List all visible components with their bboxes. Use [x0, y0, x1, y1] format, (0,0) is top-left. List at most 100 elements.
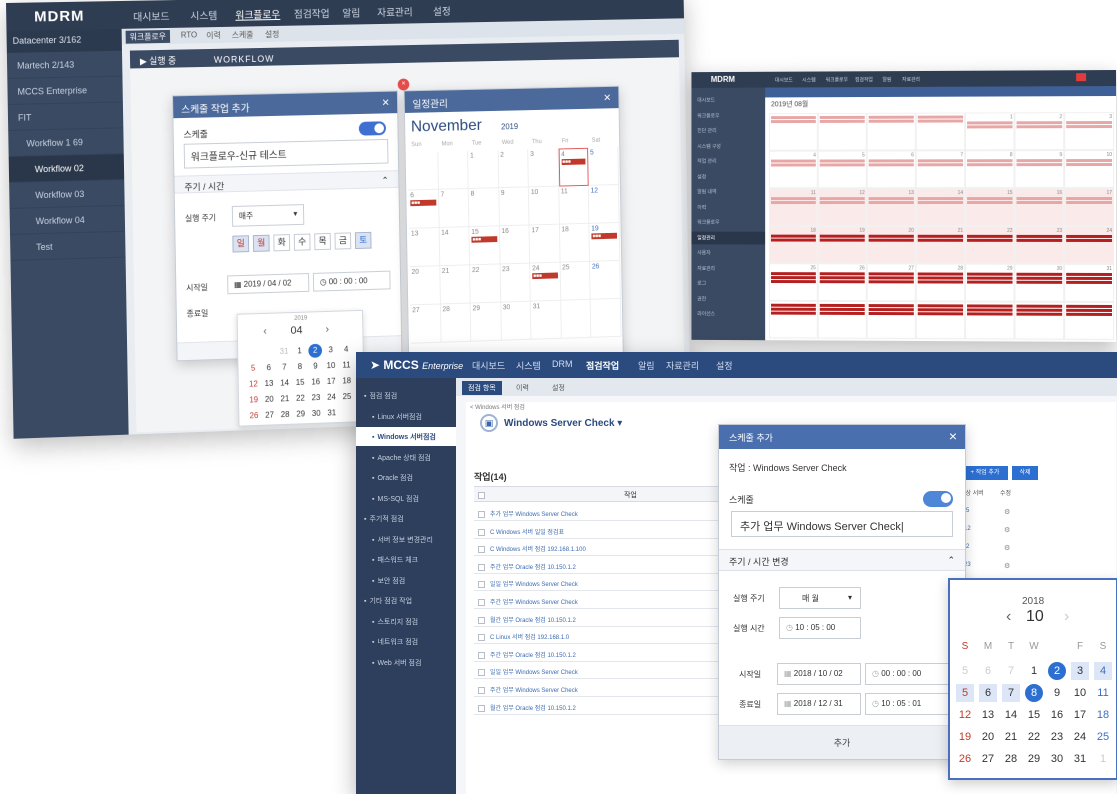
event-bar[interactable] — [1016, 159, 1063, 163]
event-bar[interactable] — [1066, 304, 1113, 308]
row-checkbox[interactable] — [478, 616, 485, 624]
picker-day[interactable]: 6 — [979, 684, 997, 702]
sidebar-item-active[interactable]: Workflow 02 — [8, 154, 125, 183]
event-bar[interactable] — [819, 159, 865, 163]
start-date-input[interactable]: ▦ 2019 / 04 / 02 — [227, 273, 310, 295]
calendar-day[interactable] — [407, 151, 439, 191]
sidebar-item[interactable]: 워크플로우 — [691, 216, 765, 229]
table-row[interactable]: C Windows 서버 일일 점검표 — [474, 522, 744, 539]
event-bar[interactable] — [917, 238, 964, 242]
alert-icon[interactable] — [1076, 73, 1087, 82]
add-job-button[interactable]: + 작업 추가 — [962, 466, 1008, 480]
tab-workflow[interactable]: 워크플로우 — [125, 29, 170, 44]
event-bar[interactable] — [967, 312, 1013, 316]
calendar-day[interactable]: 15 ■■■ — [469, 226, 501, 266]
event-bar[interactable] — [967, 234, 1013, 238]
picker-day[interactable]: 21 — [1002, 728, 1020, 746]
calendar-day[interactable]: 21 — [439, 265, 471, 305]
picker-day[interactable]: 20 — [979, 728, 997, 746]
event-bar[interactable] — [917, 159, 964, 163]
calendar-day[interactable]: 7 — [438, 188, 470, 228]
nav-item[interactable]: 시스템 — [802, 76, 815, 83]
table-row[interactable]: 일일 업무 Windows Server Check — [474, 662, 744, 680]
event-bar[interactable] — [967, 304, 1013, 308]
nav-drm[interactable]: DRM — [552, 359, 573, 369]
nav-inspection[interactable]: 점검작업 — [586, 359, 619, 372]
sidebar-item[interactable]: ▪ 점검 점검 — [356, 386, 456, 405]
calendar-day[interactable] — [769, 300, 818, 339]
event-bar[interactable] — [917, 201, 964, 205]
calendar-day[interactable]: 16 — [1014, 188, 1065, 226]
day-sun[interactable]: 일 — [232, 235, 250, 253]
sidebar-item[interactable]: 알림 내역 — [691, 185, 765, 198]
calendar-day[interactable]: 18 — [559, 223, 590, 263]
picker-day[interactable]: 5 — [956, 662, 974, 680]
job-name[interactable]: 월간 업무 Oracle 점검 10.150.1.2 — [490, 706, 576, 712]
sidebar-item[interactable]: 권한 — [691, 292, 765, 305]
calendar-day[interactable]: 19 — [817, 225, 867, 264]
job-name[interactable]: 주간 업무 Windows Server Check — [490, 600, 578, 606]
calendar-day[interactable] — [817, 112, 867, 151]
picker-day[interactable]: 14 — [1002, 706, 1020, 724]
end-time-input[interactable]: ◷ 10 : 05 : 01 — [865, 693, 949, 715]
calendar-day[interactable]: 6 — [866, 150, 916, 189]
event-bar[interactable] — [819, 201, 865, 205]
row-checkbox[interactable] — [478, 546, 485, 554]
event-bar[interactable] — [819, 163, 865, 167]
event-bar[interactable] — [868, 197, 914, 201]
nav-alert[interactable]: 알림 — [342, 5, 360, 20]
picker-day[interactable]: 23 — [309, 391, 323, 405]
nav-workflow[interactable]: 워크플로우 — [235, 6, 280, 22]
sidebar-item[interactable]: ▪ 서버 정보 변경관리 — [356, 530, 456, 549]
event-bar[interactable] — [967, 163, 1013, 167]
target-count[interactable]: 2 — [966, 544, 969, 550]
table-row[interactable]: 추가 업무 Windows Server Check — [474, 504, 744, 521]
event-bar[interactable] — [868, 280, 914, 284]
row-checkbox[interactable] — [478, 704, 485, 712]
event-bar[interactable] — [868, 312, 914, 316]
calendar-day[interactable]: 5 — [588, 147, 619, 186]
picker-day[interactable]: 8 — [293, 360, 307, 374]
table-row[interactable]: 일일 업무 Windows Server Check — [474, 574, 744, 592]
picker-day[interactable]: 5 — [246, 362, 260, 376]
target-count[interactable]: 5 — [966, 508, 969, 514]
event-bar[interactable] — [819, 234, 865, 238]
calendar-day[interactable]: 12 — [588, 185, 620, 224]
event-bar[interactable]: ■■■ — [591, 232, 617, 240]
event-bar[interactable] — [1066, 125, 1113, 129]
sidebar-item[interactable]: 시스템 구성 — [691, 139, 765, 152]
picker-day[interactable]: 26 — [956, 750, 974, 768]
page-title[interactable]: Windows Server Check ▾ — [504, 418, 622, 429]
day-fri[interactable]: 금 — [334, 232, 352, 250]
event-bar[interactable] — [770, 280, 816, 284]
calendar-day[interactable] — [1064, 301, 1115, 340]
prev-month-icon[interactable]: ‹ — [1006, 608, 1011, 626]
sidebar-item[interactable]: Test — [10, 231, 126, 261]
event-bar[interactable] — [770, 197, 816, 201]
sidebar-item[interactable]: 일정관리 — [691, 231, 766, 244]
row-checkbox[interactable] — [478, 581, 485, 589]
event-bar[interactable] — [868, 201, 914, 205]
nav-item[interactable]: 대시보드 — [775, 77, 793, 84]
run-status[interactable]: ▶ 실행 중 — [140, 56, 176, 67]
schedule-toggle[interactable] — [358, 121, 387, 136]
event-bar[interactable] — [917, 276, 964, 280]
tab-schedule[interactable]: 스케줄 — [228, 28, 258, 41]
sidebar-item[interactable]: ▪ 패스워드 체크 — [356, 550, 456, 569]
picker-day[interactable]: 28 — [1002, 750, 1020, 768]
picker-day[interactable]: 9 — [309, 359, 323, 373]
prev-month-icon[interactable]: ‹ — [263, 326, 267, 338]
calendar-day[interactable]: 28 — [440, 303, 472, 343]
event-bar[interactable] — [1016, 197, 1063, 201]
event-bar[interactable] — [868, 163, 914, 167]
calendar-day[interactable] — [590, 298, 622, 338]
calendar-day[interactable]: 10 — [1064, 150, 1115, 189]
picker-day[interactable]: 7 — [277, 360, 291, 374]
nav-dashboard[interactable]: 대시보드 — [472, 359, 505, 372]
row-checkbox[interactable] — [478, 634, 485, 642]
table-row[interactable]: C Windows 서버 점검 192.168.1.100 — [474, 539, 744, 557]
event-bar[interactable] — [770, 307, 816, 311]
day-wed[interactable]: 수 — [293, 233, 311, 251]
nav-item[interactable]: 자료관리 — [902, 76, 920, 83]
picker-day[interactable]: 3 — [324, 343, 338, 357]
